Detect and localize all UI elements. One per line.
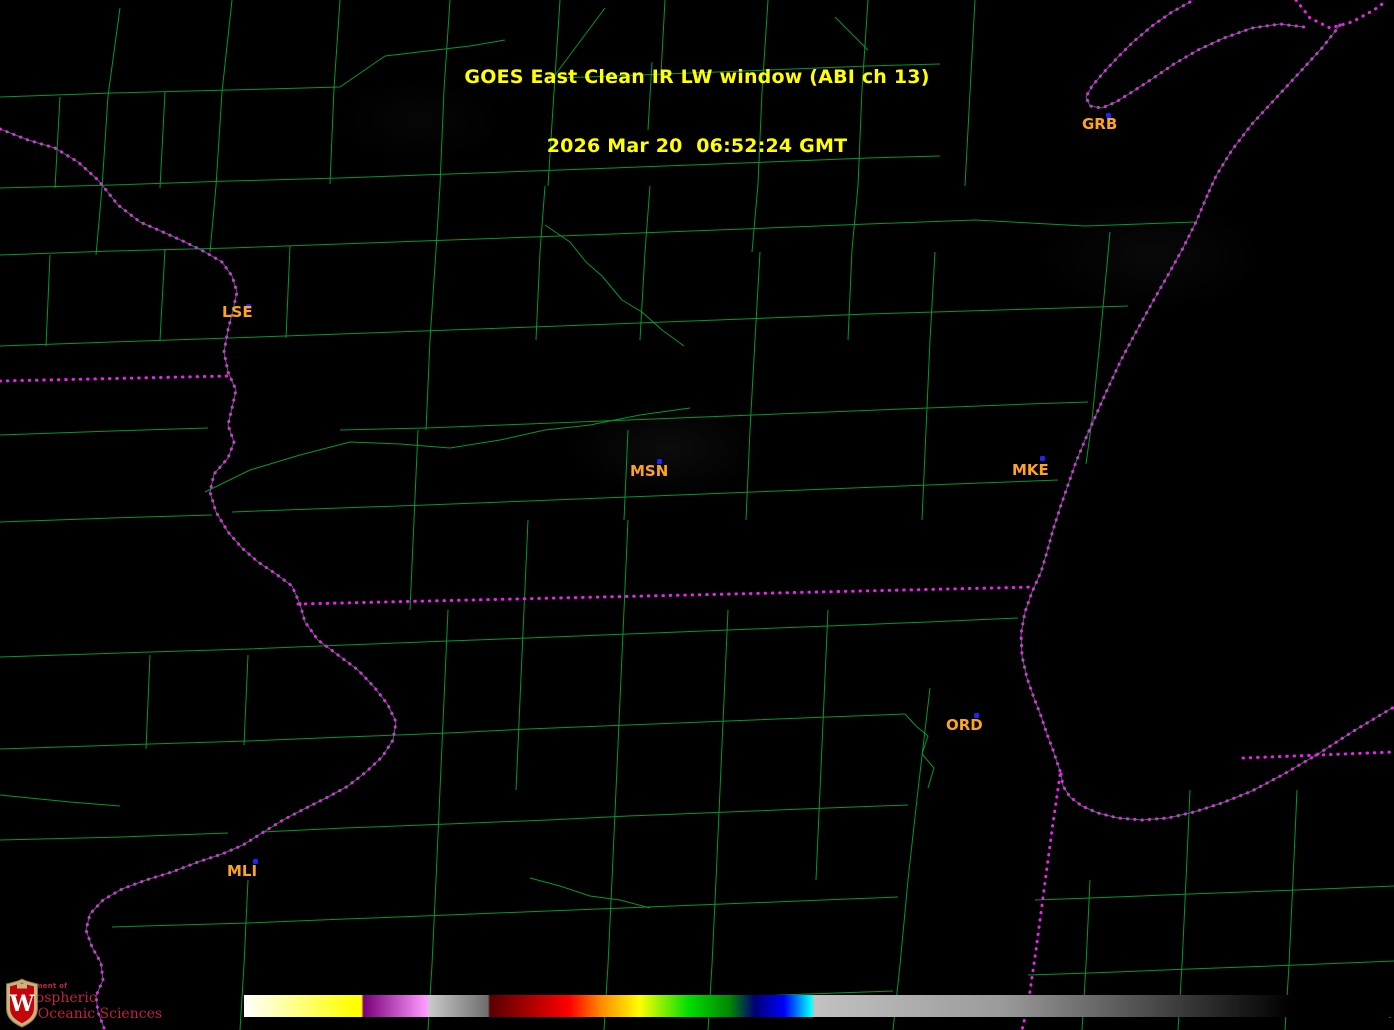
uw-aos-logo: W Department of Atmospheric and Oceanic …	[4, 978, 162, 1028]
wi-il-border	[296, 585, 1037, 606]
lake-michigan-west-shore	[1019, 194, 1209, 776]
crest-letter: W	[9, 991, 35, 1017]
lake-michigan-south-shore	[1059, 705, 1394, 822]
mississippi-river-south	[84, 602, 398, 1030]
colorbar	[244, 995, 1394, 1017]
uw-crest-icon: W	[6, 978, 38, 1028]
title-line2: 2026 Mar 20 06:52:24 GMT	[546, 135, 848, 157]
goes-satellite-viewer: { "header": { "title_line1": "GOES East …	[0, 0, 1394, 1030]
title-line1: GOES East Clean IR LW window (ABI ch 13)	[464, 66, 930, 88]
satellite-ir-map: GOES East Clean IR LW window (ABI ch 13)…	[0, 0, 1394, 1030]
station-label-mke: MKE	[1012, 461, 1049, 479]
station-label-grb: GRB	[1082, 115, 1118, 133]
mn-ia-border	[0, 374, 230, 383]
station-label-ord: ORD	[946, 716, 983, 734]
station-label-msn: MSN	[630, 462, 669, 480]
il-in-border	[1020, 773, 1062, 1030]
station-label-lse: LSE	[222, 303, 253, 321]
image-title: GOES East Clean IR LW window (ABI ch 13)…	[0, 20, 1394, 204]
station-label-mli: MLI	[227, 862, 258, 880]
